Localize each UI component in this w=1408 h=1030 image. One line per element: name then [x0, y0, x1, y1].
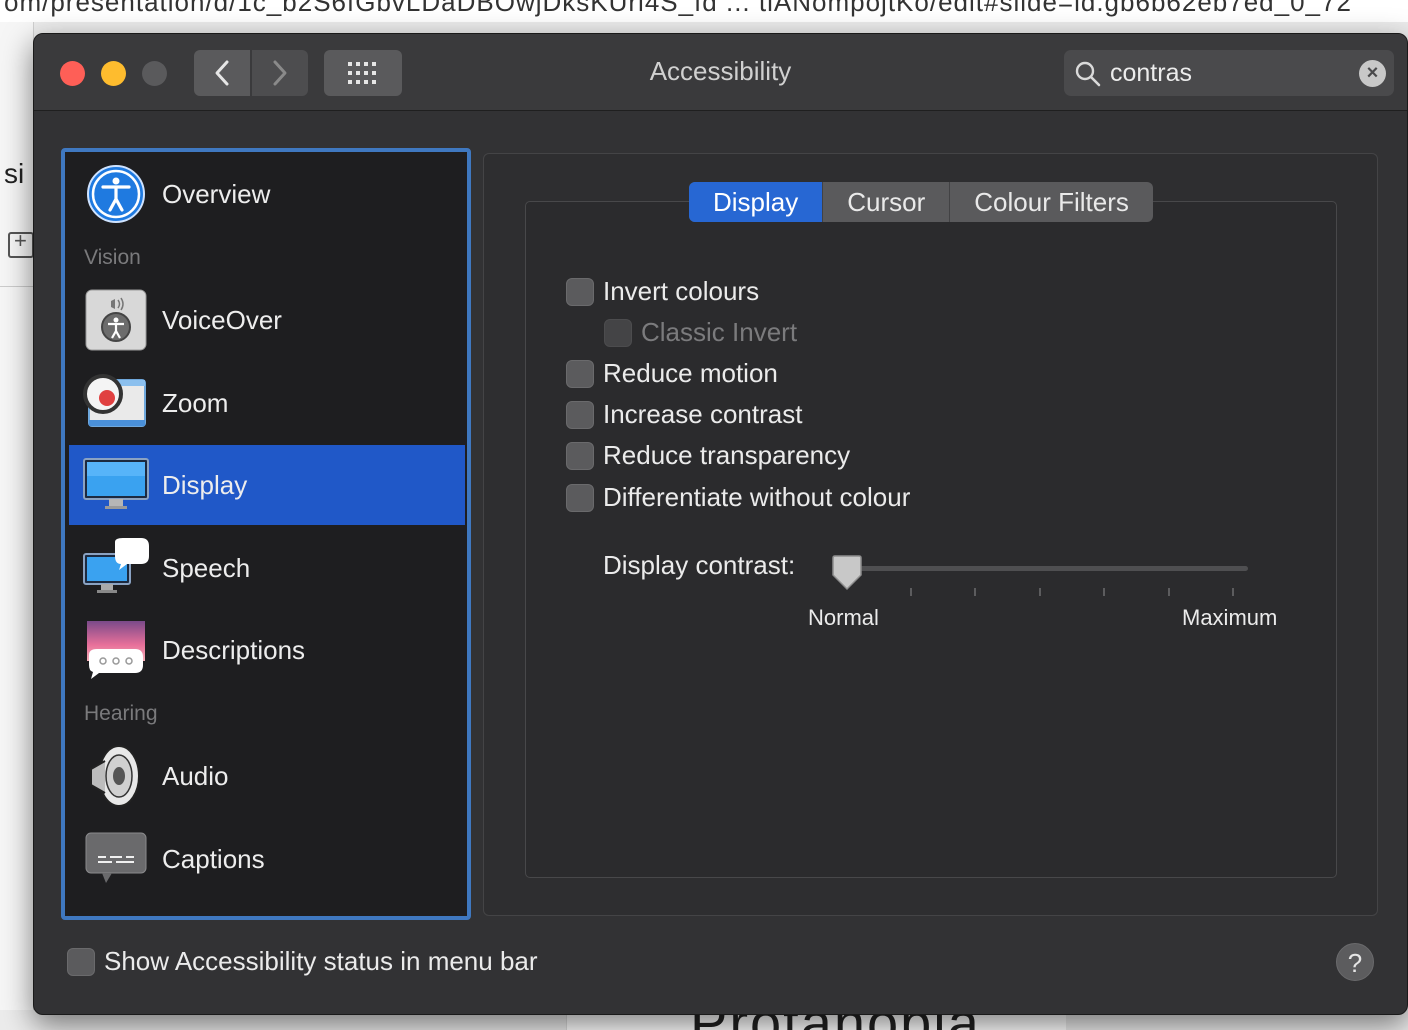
sidebar-header-vision: Vision — [84, 246, 141, 269]
differentiate-without-colour-checkbox[interactable]: Differentiate without colour — [566, 482, 910, 513]
sidebar-item-label: Descriptions — [162, 634, 306, 665]
sidebar-item-voiceover[interactable]: VoiceOver — [69, 280, 465, 360]
slider-knob-icon[interactable] — [830, 555, 864, 591]
sidebar-item-overview[interactable]: Overview — [69, 154, 465, 234]
checkbox-label: Classic Invert — [641, 317, 798, 347]
checkbox-label: Reduce motion — [603, 358, 778, 388]
accessibility-window: Accessibility × Overview Vision VoiceOve… — [33, 33, 1408, 1015]
classic-invert-checkbox: Classic Invert — [604, 317, 797, 348]
speaker-icon — [83, 743, 149, 809]
titlebar: Accessibility × — [34, 34, 1407, 111]
search-field[interactable]: × — [1064, 50, 1394, 96]
voiceover-icon — [83, 287, 149, 353]
display-icon — [83, 452, 149, 518]
sidebar-item-speech[interactable]: Speech — [69, 528, 465, 608]
checkbox[interactable] — [566, 277, 594, 306]
sidebar-item-label: VoiceOver — [162, 304, 282, 335]
speech-icon — [83, 535, 149, 601]
display-contrast-slider[interactable] — [848, 566, 1248, 571]
sidebar-item-label: Speech — [162, 552, 251, 583]
checkbox — [604, 318, 632, 347]
show-status-in-menu-bar-checkbox[interactable]: Show Accessibility status in menu bar — [67, 946, 538, 977]
display-contrast-label: Display contrast: — [603, 550, 796, 580]
tab-cursor[interactable]: Cursor — [823, 182, 951, 222]
descriptions-icon — [83, 617, 149, 683]
background-divider — [0, 286, 34, 287]
slider-min-label: Normal — [808, 605, 879, 630]
slider-tick — [1168, 588, 1170, 596]
sidebar-item-label: Zoom — [162, 387, 229, 418]
checkbox-label: Invert colours — [603, 276, 760, 306]
checkbox-label: Reduce transparency — [603, 440, 851, 470]
search-input[interactable] — [1110, 58, 1350, 88]
checkbox[interactable] — [566, 359, 594, 388]
checkbox-label: Increase contrast — [603, 399, 803, 429]
display-tabs: Display Cursor Colour Filters — [689, 182, 1153, 222]
sidebar-item-label: Overview — [162, 178, 271, 209]
accessibility-icon — [83, 161, 149, 227]
sidebar-header-hearing: Hearing — [84, 702, 158, 725]
help-button[interactable]: ? — [1336, 943, 1374, 981]
checkbox[interactable] — [566, 483, 594, 512]
add-comment-icon — [8, 228, 34, 258]
captions-icon — [83, 826, 149, 892]
sidebar-item-audio[interactable]: Audio — [69, 736, 465, 816]
reduce-motion-checkbox[interactable]: Reduce motion — [566, 358, 778, 389]
sidebar-item-descriptions[interactable]: Descriptions — [69, 610, 465, 690]
reduce-transparency-checkbox[interactable]: Reduce transparency — [566, 440, 850, 471]
background-text: si — [4, 158, 25, 189]
background-page-strip: si — [0, 22, 34, 1030]
checkbox-label: Differentiate without colour — [603, 482, 911, 512]
slider-tick — [1232, 588, 1234, 596]
sidebar: Overview Vision VoiceOver Zoom Display S… — [61, 148, 471, 920]
tab-display[interactable]: Display — [689, 182, 824, 222]
checkbox[interactable] — [67, 947, 95, 976]
increase-contrast-checkbox[interactable]: Increase contrast — [566, 399, 802, 430]
sidebar-item-label: Audio — [162, 760, 229, 791]
search-icon — [1075, 61, 1101, 87]
slider-tick — [974, 588, 976, 596]
checkbox[interactable] — [566, 400, 594, 429]
checkbox-label: Show Accessibility status in menu bar — [104, 946, 538, 976]
sidebar-item-zoom[interactable]: Zoom — [69, 363, 465, 443]
sidebar-item-label: Display — [162, 469, 248, 500]
background-url-bar: om/presentation/d/1c_b2S6fGbvLDaDBOwjDks… — [0, 0, 1408, 22]
sidebar-item-captions[interactable]: Captions — [69, 819, 465, 899]
slider-tick — [1039, 588, 1041, 596]
slider-max-label: Maximum — [1182, 605, 1278, 630]
invert-colours-checkbox[interactable]: Invert colours — [566, 276, 759, 307]
sidebar-item-display[interactable]: Display — [69, 445, 465, 525]
slider-tick — [1103, 588, 1105, 596]
checkbox[interactable] — [566, 441, 594, 470]
zoom-icon — [83, 370, 149, 436]
tab-colour-filters[interactable]: Colour Filters — [950, 182, 1153, 222]
display-settings-box: Invert colours Classic Invert Reduce mot… — [525, 201, 1337, 878]
sidebar-item-label: Captions — [162, 843, 265, 874]
slider-tick — [910, 588, 912, 596]
clear-search-icon[interactable]: × — [1359, 60, 1386, 87]
content-panel: Invert colours Classic Invert Reduce mot… — [483, 153, 1378, 916]
